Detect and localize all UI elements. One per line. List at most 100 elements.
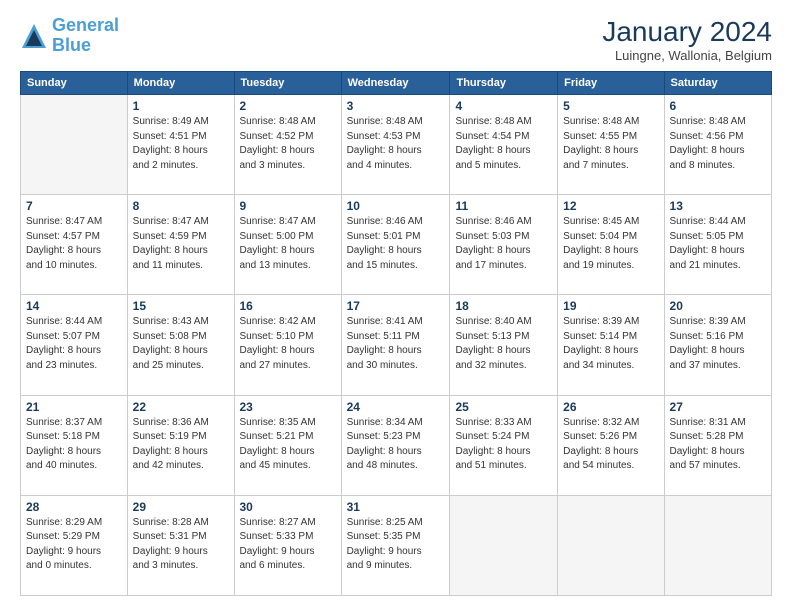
header-wednesday: Wednesday [341,72,450,95]
day-info: Sunrise: 8:36 AMSunset: 5:19 PMDaylight:… [133,416,229,474]
day-info: Sunrise: 8:46 AMSunset: 5:03 PMDaylight:… [455,215,552,273]
day-cell: 25 Sunrise: 8:33 AMSunset: 5:24 PMDayligh… [450,395,558,495]
logo-icon [20,22,48,50]
day-info: Sunrise: 8:32 AMSunset: 5:26 PMDaylight:… [563,416,658,474]
day-number: 19 [563,299,658,313]
day-info: Sunrise: 8:42 AMSunset: 5:10 PMDaylight:… [240,315,336,373]
day-cell: 4Sunrise: 8:48 AMSunset: 4:54 PMDaylight… [450,95,558,195]
day-number: 11 [455,199,552,213]
day-info: Sunrise: 8:31 AMSunset: 5:28 PMDaylight:… [670,416,766,474]
calendar-header-row: SundayMondayTuesdayWednesdayThursdayFrid… [21,72,772,95]
day-number: 2 [240,99,336,113]
day-number: 31 [347,500,445,514]
day-cell: 14 Sunrise: 8:44 AMSunset: 5:07 PMDayligh… [21,295,128,395]
day-number: 1 [133,99,229,113]
day-number: 23 [240,400,336,414]
day-cell: 10 Sunrise: 8:46 AMSunset: 5:01 PMDayligh… [341,195,450,295]
day-info: Sunrise: 8:41 AMSunset: 5:11 PMDaylight:… [347,315,445,373]
day-number: 13 [670,199,766,213]
location: Luingne, Wallonia, Belgium [602,48,772,63]
day-cell: 19Sunrise: 8:39 AMSunset: 5:14 PMDayligh… [558,295,664,395]
day-cell: 28 Sunrise: 8:29 AMSunset: 5:29 PMDayligh… [21,495,128,595]
day-info: Sunrise: 8:48 AMSunset: 4:56 PMDaylight:… [670,115,766,173]
day-number: 10 [347,199,445,213]
day-number: 17 [347,299,445,313]
day-cell: 6 Sunrise: 8:48 AMSunset: 4:56 PMDaylight… [664,95,771,195]
day-info: Sunrise: 8:48 AMSunset: 4:55 PMDaylight:… [563,115,658,173]
day-cell: 7 Sunrise: 8:47 AMSunset: 4:57 PMDaylight… [21,195,128,295]
day-number: 14 [26,299,122,313]
day-number: 21 [26,400,122,414]
logo-line1: General [52,15,119,35]
day-number: 29 [133,500,229,514]
day-cell: 15 Sunrise: 8:43 AMSunset: 5:08 PMDayligh… [127,295,234,395]
day-info: Sunrise: 8:29 AMSunset: 5:29 PMDaylight:… [26,516,122,574]
day-number: 12 [563,199,658,213]
day-number: 7 [26,199,122,213]
day-info: Sunrise: 8:48 AMSunset: 4:54 PMDaylight:… [455,115,552,173]
day-info: Sunrise: 8:44 AMSunset: 5:05 PMDaylight:… [670,215,766,273]
day-number: 8 [133,199,229,213]
day-info: Sunrise: 8:33 AMSunset: 5:24 PMDaylight:… [455,416,552,474]
day-cell: 17 Sunrise: 8:41 AMSunset: 5:11 PMDayligh… [341,295,450,395]
day-info: Sunrise: 8:43 AMSunset: 5:08 PMDaylight:… [133,315,229,373]
day-number: 26 [563,400,658,414]
day-info: Sunrise: 8:39 AMSunset: 5:16 PMDaylight:… [670,315,766,373]
day-cell: 23 Sunrise: 8:35 AMSunset: 5:21 PMDayligh… [234,395,341,495]
week-row-3: 14 Sunrise: 8:44 AMSunset: 5:07 PMDayligh… [21,295,772,395]
day-cell [450,495,558,595]
week-row-1: 1 Sunrise: 8:49 AMSunset: 4:51 PMDaylight… [21,95,772,195]
logo-text: General Blue [52,16,119,56]
week-row-4: 21 Sunrise: 8:37 AMSunset: 5:18 PMDayligh… [21,395,772,495]
day-cell: 21 Sunrise: 8:37 AMSunset: 5:18 PMDayligh… [21,395,128,495]
day-cell: 16Sunrise: 8:42 AMSunset: 5:10 PMDayligh… [234,295,341,395]
day-cell: 27 Sunrise: 8:31 AMSunset: 5:28 PMDayligh… [664,395,771,495]
day-cell: 11 Sunrise: 8:46 AMSunset: 5:03 PMDayligh… [450,195,558,295]
day-info: Sunrise: 8:47 AMSunset: 4:59 PMDaylight:… [133,215,229,273]
day-info: Sunrise: 8:47 AMSunset: 5:00 PMDaylight:… [240,215,336,273]
day-cell: 24 Sunrise: 8:34 AMSunset: 5:23 PMDayligh… [341,395,450,495]
day-number: 30 [240,500,336,514]
day-info: Sunrise: 8:44 AMSunset: 5:07 PMDaylight:… [26,315,122,373]
day-cell: 31Sunrise: 8:25 AMSunset: 5:35 PMDayligh… [341,495,450,595]
day-info: Sunrise: 8:35 AMSunset: 5:21 PMDaylight:… [240,416,336,474]
header-tuesday: Tuesday [234,72,341,95]
header-friday: Friday [558,72,664,95]
day-info: Sunrise: 8:28 AMSunset: 5:31 PMDaylight:… [133,516,229,574]
day-number: 27 [670,400,766,414]
day-number: 24 [347,400,445,414]
header-sunday: Sunday [21,72,128,95]
day-cell: 9 Sunrise: 8:47 AMSunset: 5:00 PMDaylight… [234,195,341,295]
day-number: 15 [133,299,229,313]
day-number: 6 [670,99,766,113]
day-number: 18 [455,299,552,313]
day-cell: 5 Sunrise: 8:48 AMSunset: 4:55 PMDaylight… [558,95,664,195]
day-number: 22 [133,400,229,414]
day-number: 28 [26,500,122,514]
title-block: January 2024 Luingne, Wallonia, Belgium [602,16,772,63]
day-cell: 3Sunrise: 8:48 AMSunset: 4:53 PMDaylight… [341,95,450,195]
calendar: SundayMondayTuesdayWednesdayThursdayFrid… [20,71,772,596]
day-number: 3 [347,99,445,113]
day-number: 5 [563,99,658,113]
header-saturday: Saturday [664,72,771,95]
day-cell: 26 Sunrise: 8:32 AMSunset: 5:26 PMDayligh… [558,395,664,495]
logo-line2: Blue [52,35,91,55]
day-cell: 29 Sunrise: 8:28 AMSunset: 5:31 PMDayligh… [127,495,234,595]
day-cell: 30Sunrise: 8:27 AMSunset: 5:33 PMDayligh… [234,495,341,595]
day-number: 25 [455,400,552,414]
logo: General Blue [20,16,119,56]
day-info: Sunrise: 8:48 AMSunset: 4:52 PMDaylight:… [240,115,336,173]
day-cell: 12 Sunrise: 8:45 AMSunset: 5:04 PMDayligh… [558,195,664,295]
day-number: 9 [240,199,336,213]
day-info: Sunrise: 8:49 AMSunset: 4:51 PMDaylight:… [133,115,229,173]
day-info: Sunrise: 8:47 AMSunset: 4:57 PMDaylight:… [26,215,122,273]
day-cell: 8 Sunrise: 8:47 AMSunset: 4:59 PMDaylight… [127,195,234,295]
day-info: Sunrise: 8:37 AMSunset: 5:18 PMDaylight:… [26,416,122,474]
day-cell [21,95,128,195]
month-title: January 2024 [602,16,772,48]
day-cell: 20Sunrise: 8:39 AMSunset: 5:16 PMDayligh… [664,295,771,395]
day-info: Sunrise: 8:34 AMSunset: 5:23 PMDaylight:… [347,416,445,474]
day-info: Sunrise: 8:46 AMSunset: 5:01 PMDaylight:… [347,215,445,273]
day-info: Sunrise: 8:45 AMSunset: 5:04 PMDaylight:… [563,215,658,273]
